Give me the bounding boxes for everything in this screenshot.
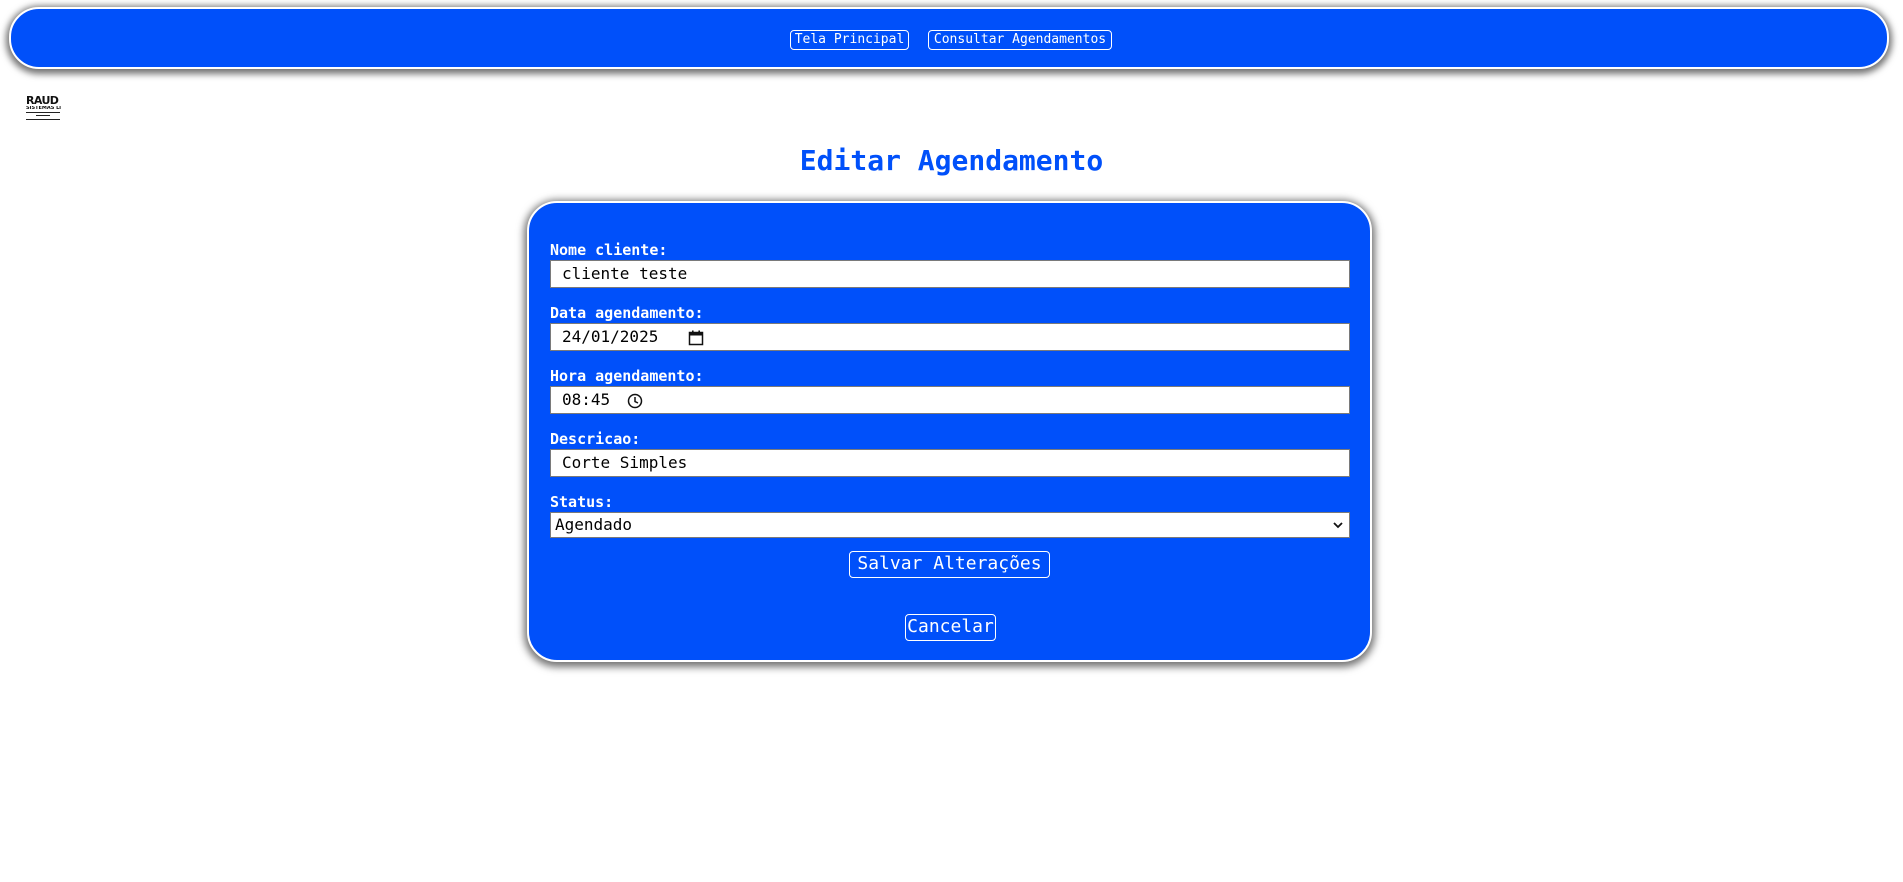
chevron-down-icon [1333, 522, 1343, 529]
home-nav-button[interactable]: Tela Principal [790, 30, 909, 50]
client-name-value: cliente teste [562, 264, 688, 283]
status-select[interactable]: Agendado [550, 512, 1350, 538]
appointment-time-label: Hora agendamento: [550, 367, 704, 385]
appointment-date-value: 24/01/2025 [562, 327, 659, 346]
client-name-label: Nome cliente: [550, 241, 668, 259]
consult-appointments-nav-button[interactable]: Consultar Agendamentos [928, 30, 1112, 50]
page-title: Editar Agendamento [799, 144, 1104, 177]
appointment-time-value: 08:45 [562, 390, 611, 409]
company-logo: RAUD SISTEMAS LT [26, 95, 62, 120]
logo-wordmark: RAUD [26, 94, 59, 107]
calendar-icon[interactable] [688, 330, 704, 346]
clock-icon[interactable] [627, 393, 643, 409]
description-value: Corte Simples [562, 453, 688, 472]
appointment-date-input[interactable]: 24/01/2025 [550, 323, 1350, 351]
logo-subtitle: SISTEMAS LT [26, 106, 62, 111]
appointment-time-input[interactable]: 08:45 [550, 386, 1350, 414]
appointment-date-label: Data agendamento: [550, 304, 704, 322]
logo-decoration [26, 112, 60, 120]
description-label: Descricao: [550, 430, 641, 448]
save-changes-button[interactable]: Salvar Alterações [849, 551, 1050, 578]
status-selected-value: Agendado [555, 515, 633, 534]
cancel-button[interactable]: Cancelar [905, 614, 996, 641]
description-input[interactable]: Corte Simples [550, 449, 1350, 477]
top-navigation-bar: Tela Principal Consultar Agendamentos [9, 7, 1889, 69]
client-name-input[interactable]: cliente teste [550, 260, 1350, 288]
status-label: Status: [550, 493, 614, 511]
edit-appointment-form: Nome cliente: cliente teste Data agendam… [527, 201, 1372, 662]
